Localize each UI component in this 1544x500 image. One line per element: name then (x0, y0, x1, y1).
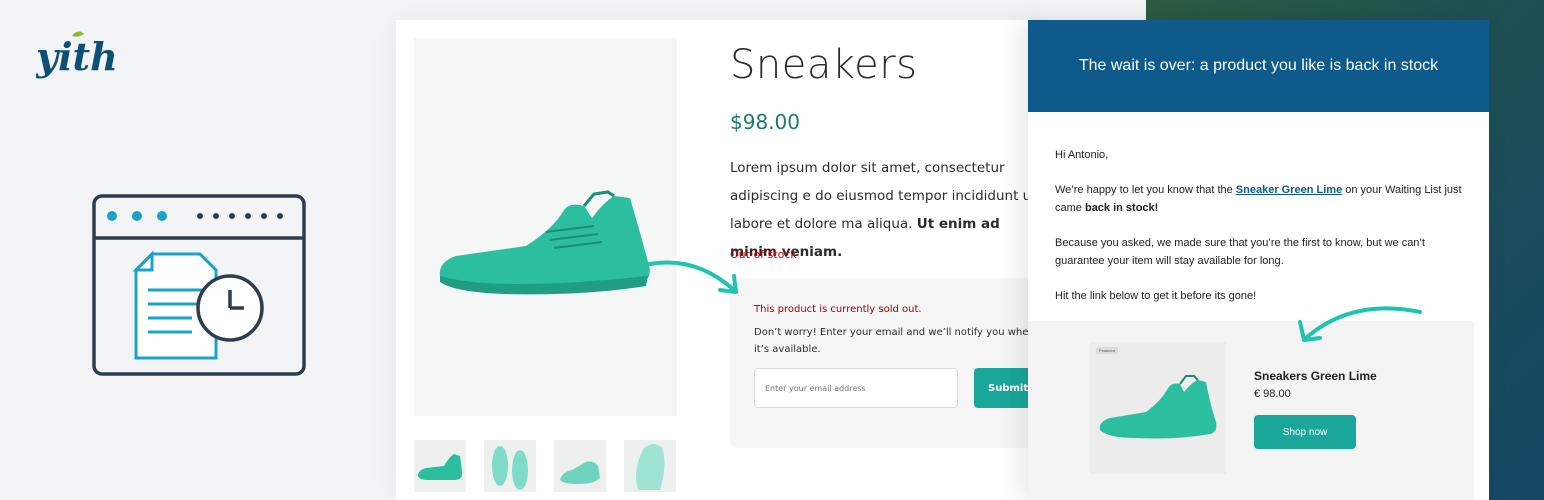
curved-arrow-icon (646, 252, 746, 307)
product-link[interactable]: Sneaker Green Lime (1236, 184, 1342, 196)
email-intro: We’re happy to let you know that the Sne… (1055, 181, 1465, 217)
sneaker-icon (439, 190, 650, 295)
yith-logo: yith (35, 28, 128, 95)
shop-now-button[interactable]: Shop now (1254, 415, 1356, 449)
waiting-list-app-icon (92, 194, 306, 381)
notify-instruction: Don’t worry! Enter your email and we’ll … (754, 327, 1035, 355)
product-tag: Featured (1096, 347, 1119, 354)
thumbnail-shoe-angle[interactable] (554, 440, 606, 492)
product-price: $98.00 (730, 110, 800, 134)
svg-text:yith: yith (36, 34, 118, 79)
curved-arrow-icon (1292, 298, 1426, 351)
product-title: Sneakers (730, 42, 918, 88)
email-product-name: Sneakers Green Lime (1254, 369, 1377, 383)
email-paragraph-2: Because you asked, we made sure that you… (1055, 237, 1425, 267)
product-main-image[interactable] (414, 38, 677, 416)
sneaker-icon (1099, 375, 1217, 439)
sold-out-message: This product is currently sold out. (754, 304, 922, 315)
email-field[interactable] (754, 368, 958, 408)
waiting-list-form: This product is currently sold out. Don’… (730, 278, 1036, 448)
intro-text-start: We’re happy to let you know that the (1055, 184, 1236, 196)
back-in-stock-email: The wait is over: a product you like is … (1028, 20, 1489, 500)
email-body: Hi Antonio, We’re happy to let you know … (1055, 146, 1465, 322)
product-thumbnails (414, 440, 676, 492)
email-header-title: The wait is over: a product you like is … (1078, 57, 1439, 74)
email-product-image[interactable]: Featured (1090, 342, 1226, 474)
thumbnail-shoe-side[interactable] (414, 440, 466, 492)
email-greeting: Hi Antonio, (1055, 149, 1109, 161)
submit-button[interactable]: Submit (974, 368, 1036, 408)
intro-bold: back in stock! (1084, 202, 1159, 214)
thumbnail-shoe-top[interactable] (484, 440, 536, 492)
email-product-price: € 98.00 (1254, 388, 1291, 400)
thumbnail-shoe-sole[interactable] (624, 440, 676, 492)
email-header: The wait is over: a product you like is … (1028, 20, 1489, 112)
